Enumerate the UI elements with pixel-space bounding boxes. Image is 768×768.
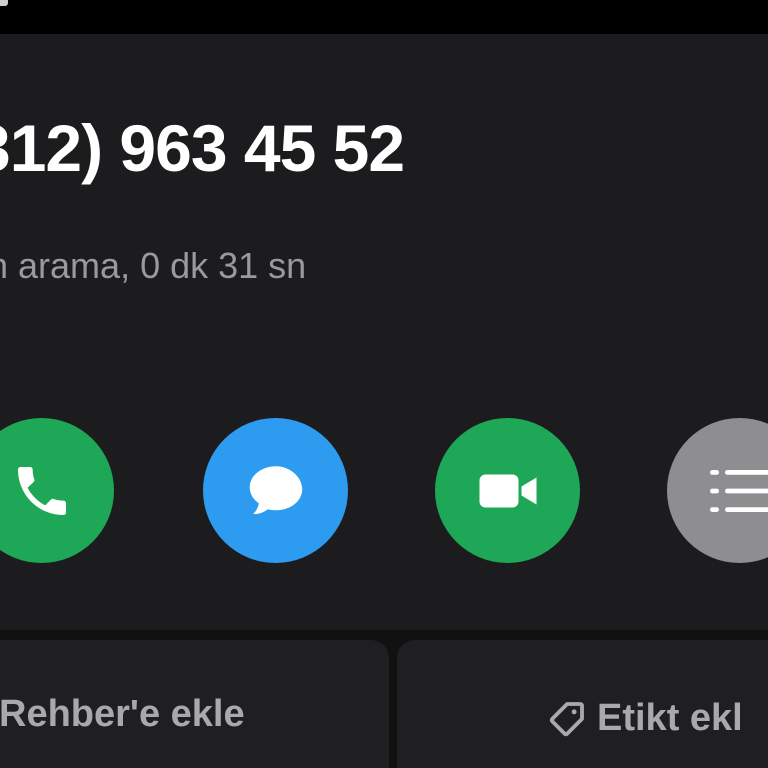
phone-number: 312) 963 45 52 xyxy=(0,111,405,185)
add-tag-content: Etikt ekl xyxy=(547,694,743,742)
add-tag-label: Etikt ekl xyxy=(597,697,743,739)
message-bubble-icon xyxy=(249,465,302,514)
phone-icon xyxy=(17,466,66,515)
video-camera-icon xyxy=(479,474,536,507)
call-detail-screen: 312) 963 45 52 n arama, 0 dk 31 sn 6 xyxy=(0,0,768,768)
add-to-contacts-button[interactable]: Rehber'e ekle xyxy=(0,640,389,768)
list-icon xyxy=(709,469,768,512)
status-indicator xyxy=(0,0,8,6)
video-call-button[interactable] xyxy=(435,418,580,563)
tag-icon xyxy=(549,702,584,737)
call-duration-info: n arama, 0 dk 31 sn xyxy=(0,245,307,286)
message-button[interactable] xyxy=(203,418,348,563)
add-to-contacts-label: Rehber'e ekle xyxy=(0,693,245,735)
add-tag-button[interactable]: Etikt ekl xyxy=(397,640,768,768)
status-bar xyxy=(0,0,768,34)
